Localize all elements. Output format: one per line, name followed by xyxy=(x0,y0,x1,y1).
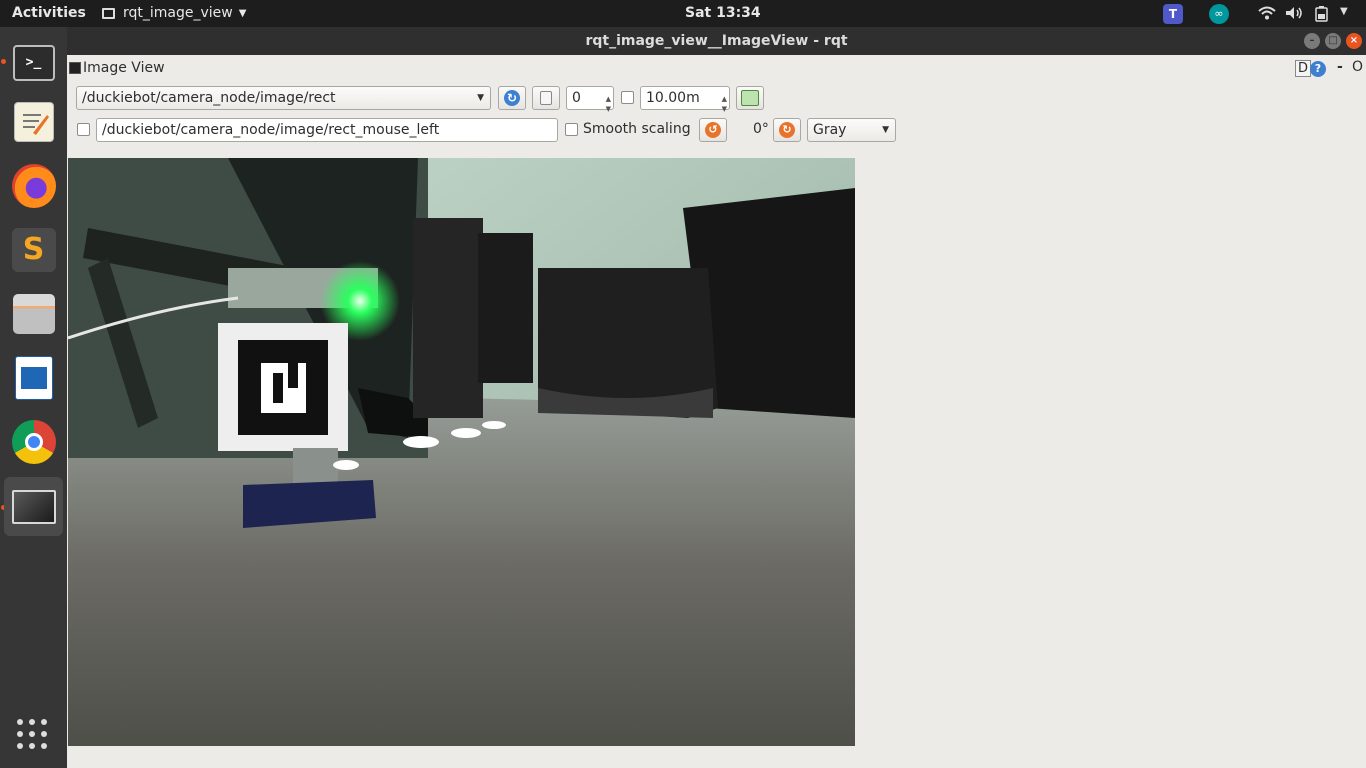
topic-select-value: /duckiebot/camera_node/image/rect xyxy=(82,90,336,106)
terminal-icon: >_ xyxy=(12,44,55,81)
dock-sublime-text[interactable]: S xyxy=(4,220,63,279)
pause-icon xyxy=(540,91,552,105)
save-image-icon xyxy=(741,90,759,106)
camera-frame xyxy=(68,158,855,746)
rotate-right-icon: ↻ xyxy=(779,122,795,138)
show-applications-icon[interactable] xyxy=(17,719,47,749)
system-menu-chevron-icon[interactable]: ▼ xyxy=(1340,6,1348,17)
color-scheme-value: Gray xyxy=(813,122,847,138)
text-editor-icon xyxy=(13,101,54,142)
files-icon xyxy=(12,293,55,334)
rotate-right-button[interactable]: ↻ xyxy=(773,118,801,142)
dock-terminal[interactable]: >_ xyxy=(4,33,63,92)
window-titlebar[interactable]: rqt_image_view__ImageView - rqt – □ × xyxy=(67,27,1366,55)
activities-button[interactable]: Activities xyxy=(12,5,86,21)
window-title: rqt_image_view__ImageView - rqt xyxy=(585,33,848,49)
dock-files[interactable] xyxy=(4,284,63,343)
app-menu[interactable]: rqt_image_view ▼ xyxy=(102,5,246,21)
chevron-down-icon: ▼ xyxy=(477,93,484,103)
close-plugin-button[interactable]: O xyxy=(1352,59,1363,75)
minimize-icon[interactable]: – xyxy=(1304,33,1320,49)
max-range-value: 10.00m xyxy=(646,90,700,106)
dock: >_ S xyxy=(0,27,67,768)
plugin-header: Image View D ? - O xyxy=(67,55,1366,83)
close-icon[interactable]: × xyxy=(1346,33,1362,49)
chrome-icon xyxy=(11,419,56,464)
teams-icon[interactable]: T xyxy=(1163,4,1183,24)
dock-firefox[interactable] xyxy=(4,156,63,215)
clock[interactable]: Sat 13:34 xyxy=(685,5,761,21)
zoom-spinbox-value: 0 xyxy=(572,90,581,106)
maximize-icon[interactable]: □ xyxy=(1325,33,1341,49)
dock-rqt-window[interactable] xyxy=(4,477,63,536)
spin-down-icon[interactable]: ▼ xyxy=(606,98,611,120)
dock-text-editor[interactable] xyxy=(4,92,63,151)
chevron-down-icon: ▼ xyxy=(238,7,247,19)
save-image-button[interactable] xyxy=(736,86,764,110)
mouse-topic-input[interactable]: /duckiebot/camera_node/image/rect_mouse_… xyxy=(96,118,558,142)
top-bar: Activities rqt_image_view ▼ Sat 13:34 T … xyxy=(0,0,1366,27)
window-icon xyxy=(102,7,115,19)
topic-select[interactable]: /duckiebot/camera_node/image/rect ▼ xyxy=(76,86,491,110)
rotate-left-button[interactable]: ↺ xyxy=(699,118,727,142)
pause-button[interactable] xyxy=(532,86,560,110)
dock-libreoffice-writer[interactable] xyxy=(4,348,63,407)
libreoffice-writer-icon xyxy=(14,355,53,400)
smooth-scaling-checkbox[interactable] xyxy=(565,123,578,136)
volume-icon[interactable] xyxy=(1285,6,1303,24)
minimize-plugin-button[interactable]: - xyxy=(1337,59,1343,75)
zoom-spinbox[interactable]: 0 ▲ ▼ xyxy=(566,86,614,113)
smooth-scaling-label: Smooth scaling xyxy=(583,121,691,137)
dock-plugin-button[interactable]: D xyxy=(1295,60,1311,77)
dock-chrome[interactable] xyxy=(4,412,63,471)
plugin-title: Image View xyxy=(83,60,165,76)
max-range-checkbox[interactable] xyxy=(621,91,634,104)
rotate-left-icon: ↺ xyxy=(705,122,721,138)
refresh-icon: ↻ xyxy=(504,90,520,106)
spin-down-icon[interactable]: ▼ xyxy=(722,98,727,120)
publish-mouse-checkbox[interactable] xyxy=(77,123,90,136)
plugin-icon xyxy=(69,62,81,74)
rqt-window-icon xyxy=(11,489,56,524)
chevron-down-icon: ▼ xyxy=(882,125,889,135)
rotation-label: 0° xyxy=(753,121,769,137)
color-scheme-select[interactable]: Gray ▼ xyxy=(807,118,896,142)
max-range-spinbox[interactable]: 10.00m ▲ ▼ xyxy=(640,86,730,113)
wifi-icon[interactable] xyxy=(1258,6,1276,24)
app-menu-label: rqt_image_view xyxy=(123,5,233,21)
mouse-topic-value: /duckiebot/camera_node/image/rect_mouse_… xyxy=(102,122,440,138)
arduino-icon[interactable]: ∞ xyxy=(1209,4,1229,24)
camera-image[interactable] xyxy=(68,158,855,746)
help-icon[interactable]: ? xyxy=(1310,61,1326,77)
refresh-topics-button[interactable]: ↻ xyxy=(498,86,526,110)
firefox-icon xyxy=(11,163,56,208)
battery-icon[interactable] xyxy=(1315,6,1329,26)
sublime-text-icon: S xyxy=(11,227,56,272)
